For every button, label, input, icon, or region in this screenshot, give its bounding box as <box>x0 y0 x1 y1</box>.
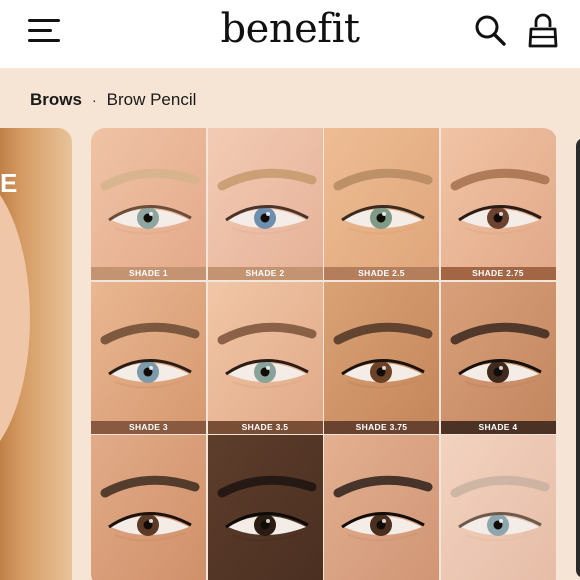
shade-swatch-tile[interactable] <box>324 435 439 580</box>
shade-swatch-tile[interactable]: SHADE 3 <box>91 281 206 434</box>
eye-closeup-photo <box>91 128 206 280</box>
shade-swatch-tile[interactable] <box>91 435 206 580</box>
promo-text-fragment: E <box>0 168 18 198</box>
eye-closeup-photo <box>207 128 323 280</box>
shade-label: SHADE 1 <box>91 267 206 280</box>
eye-closeup-photo <box>440 281 556 434</box>
shade-swatch-tile[interactable]: SHADE 2.5 <box>324 128 439 280</box>
shopping-bag-icon <box>528 13 558 48</box>
eye-closeup-photo <box>324 128 439 280</box>
breadcrumb: Brows · Brow Pencil <box>30 88 196 112</box>
breadcrumb-current-page: Brow Pencil <box>106 90 197 109</box>
eye-closeup-photo <box>324 435 439 580</box>
shade-label: SHADE 3.5 <box>207 420 323 434</box>
shade-swatch-tile[interactable]: SHADE 1 <box>91 128 206 280</box>
next-carousel-image[interactable] <box>576 138 580 578</box>
shade-label: SHADE 4 <box>440 420 556 434</box>
shade-label: SHADE 3.75 <box>324 420 439 434</box>
shade-swatch-tile[interactable]: SHADE 3.75 <box>324 281 439 434</box>
eye-closeup-photo <box>207 435 323 580</box>
shade-label: SHADE 2.75 <box>440 267 556 280</box>
shade-swatch-tile[interactable]: SHADE 4 <box>440 281 556 434</box>
shade-chart-image[interactable]: SHADE 1 SHADE 2 SHADE 2.5 SHADE 2.75 SHADE 3… <box>91 128 557 580</box>
product-image-carousel[interactable]: E SHADE 1 SHADE 2 SHADE 2.5 SHADE 2.75 SHADE… <box>0 128 580 580</box>
shade-label: SHADE 2.5 <box>324 267 439 280</box>
previous-carousel-image[interactable]: E <box>0 128 72 580</box>
eye-closeup-photo <box>207 281 323 434</box>
shade-label: SHADE 2 <box>207 267 323 280</box>
eye-closeup-photo <box>324 281 439 434</box>
search-button[interactable] <box>474 14 508 48</box>
breadcrumb-brows-link[interactable]: Brows <box>30 90 82 110</box>
eye-closeup-photo <box>440 128 556 280</box>
eye-closeup-photo <box>440 435 556 580</box>
eye-closeup-photo <box>91 435 206 580</box>
breadcrumb-separator: · <box>91 92 97 108</box>
search-icon <box>475 15 506 46</box>
model-face-photo <box>0 168 30 468</box>
site-header: benefit <box>0 0 580 68</box>
shade-swatch-tile[interactable]: SHADE 2 <box>207 128 323 280</box>
eye-closeup-photo <box>91 281 206 434</box>
shade-swatch-tile[interactable]: SHADE 3.5 <box>207 281 323 434</box>
shade-swatch-tile[interactable] <box>440 435 556 580</box>
shade-swatch-tile[interactable]: SHADE 2.75 <box>440 128 556 280</box>
shopping-bag-button[interactable] <box>526 12 560 50</box>
shade-swatch-tile[interactable] <box>207 435 323 580</box>
shade-label: SHADE 3 <box>91 420 206 434</box>
